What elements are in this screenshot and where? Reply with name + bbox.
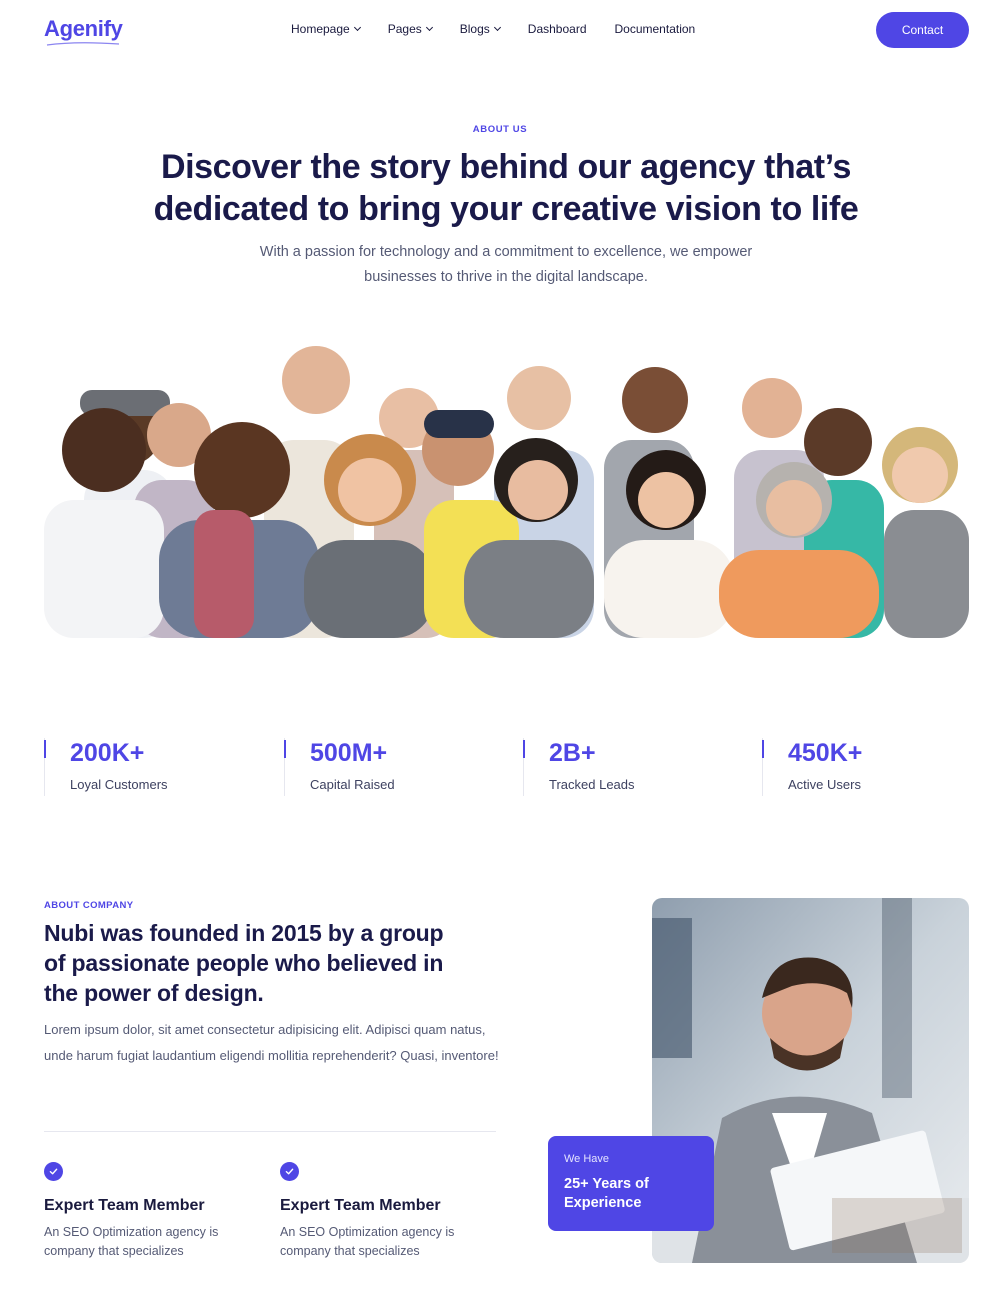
menu-item-documentation[interactable]: Documentation [615, 22, 696, 36]
experience-big-label: 25+ Years of Experience [564, 1176, 649, 1211]
section-eyebrow: ABOUT US [472, 124, 528, 135]
check-icon [280, 1162, 299, 1181]
team-photo-illustration [44, 340, 969, 638]
feature-item: Expert Team Member An SEO Optimization a… [280, 1162, 500, 1261]
main-menu: Homepage Pages Blogs Dashboard Documenta… [291, 22, 723, 36]
about-eyebrow: ABOUT COMPANY [44, 900, 134, 911]
stat-value: 450K+ [788, 739, 863, 767]
chevron-down-icon [353, 23, 361, 32]
logo-swoosh-icon [46, 42, 120, 46]
chevron-down-icon [493, 23, 501, 32]
experience-small-label: We Have [564, 1153, 610, 1165]
stat-value: 2B+ [549, 739, 596, 767]
menu-item-blogs[interactable]: Blogs [460, 22, 501, 36]
menu-item-dashboard[interactable]: Dashboard [528, 22, 587, 36]
stat-loyal-customers: 200K+ Loyal Customers [44, 738, 168, 796]
team-group-photo [44, 340, 969, 638]
divider [44, 1131, 496, 1132]
experience-card: We Have 25+ Years of Experience [548, 1136, 714, 1231]
stat-tracked-leads: 2B+ Tracked Leads [523, 738, 635, 796]
hero-subtitle: With a passion for technology and a comm… [259, 244, 753, 285]
about-body: Lorem ipsum dolor, sit amet consectetur … [44, 1022, 499, 1063]
feature-body: An SEO Optimization agency is company th… [280, 1225, 455, 1258]
stat-value: 500M+ [310, 739, 388, 767]
contact-button[interactable]: Contact [876, 12, 969, 48]
page-title: Discover the story behind our agency tha… [153, 148, 859, 228]
feature-title: Expert Team Member [280, 1197, 441, 1214]
chevron-down-icon [425, 23, 433, 32]
top-navigation: Agenify Homepage Pages Blogs Dashboard D… [0, 0, 1000, 62]
feature-item: Expert Team Member An SEO Optimization a… [44, 1162, 264, 1261]
stat-label: Capital Raised [310, 777, 395, 792]
stat-capital-raised: 500M+ Capital Raised [284, 738, 395, 796]
feature-title: Expert Team Member [44, 1197, 205, 1214]
menu-item-homepage[interactable]: Homepage [291, 22, 361, 36]
stat-value: 200K+ [70, 739, 145, 767]
stat-label: Loyal Customers [70, 777, 168, 792]
stat-label: Tracked Leads [549, 777, 635, 792]
check-icon [44, 1162, 63, 1181]
brand-logo[interactable]: Agenify [44, 16, 123, 42]
menu-item-pages[interactable]: Pages [388, 22, 433, 36]
stat-active-users: 450K+ Active Users [762, 738, 862, 796]
stat-label: Active Users [788, 777, 861, 792]
feature-body: An SEO Optimization agency is company th… [44, 1225, 219, 1258]
about-title: Nubi was founded in 2015 by a group of p… [44, 920, 444, 1006]
